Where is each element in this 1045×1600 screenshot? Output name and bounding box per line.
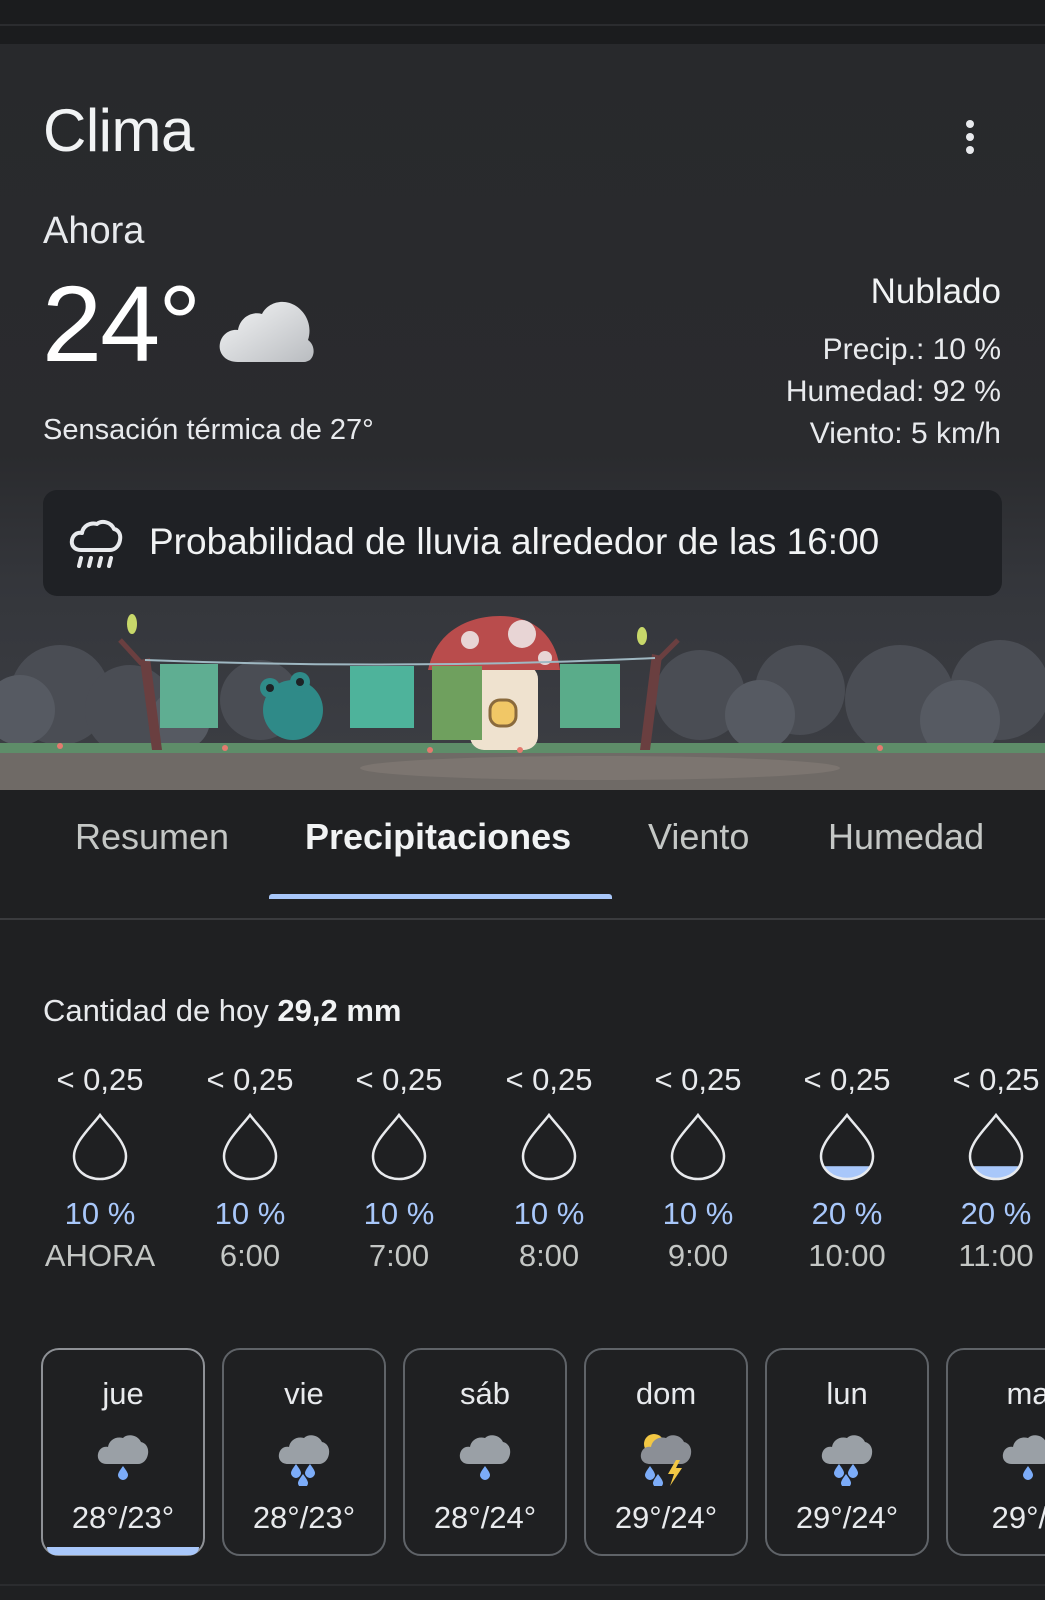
raindrop-icon xyxy=(819,1112,875,1181)
day-temperatures: 29°/24° xyxy=(614,1500,718,1535)
day-card[interactable]: sáb 28°/24° xyxy=(403,1348,567,1556)
showers-icon xyxy=(278,1435,330,1486)
precip-probability: 20 % xyxy=(960,1196,1032,1231)
wind-stat: Viento: 5 km/h xyxy=(809,417,1001,450)
tab-resumen[interactable]: Resumen xyxy=(75,816,229,858)
hour-item[interactable]: < 0,25 20 % 10:00 xyxy=(787,1062,907,1274)
day-card[interactable]: ma 29°/2 xyxy=(946,1348,1045,1556)
feels-like-text: Sensación térmica de 27° xyxy=(43,414,374,446)
day-card[interactable]: lun 29°/24° xyxy=(765,1348,929,1556)
day-name: jue xyxy=(102,1376,144,1411)
today-amount: Cantidad de hoy 29,2 mm xyxy=(43,993,401,1029)
day-temperatures: 29°/2 xyxy=(991,1500,1045,1535)
precip-probability: 10 % xyxy=(214,1196,286,1231)
hour-item[interactable]: < 0,25 10 % 6:00 xyxy=(190,1062,310,1274)
precip-amount: < 0,25 xyxy=(952,1062,1040,1097)
weather-app: Clima Ahora 24° Sensación térmica de 27°… xyxy=(0,0,1045,1600)
page-title: Clima xyxy=(43,97,194,164)
rain-alert-banner[interactable]: Probabilidad de lluvia alrededor de las … xyxy=(43,490,1002,596)
tab-bar: Resumen Precipitaciones Viento Humedad xyxy=(0,790,1045,902)
precip-amount: < 0,25 xyxy=(803,1062,891,1097)
raindrop-icon xyxy=(521,1112,577,1181)
divider xyxy=(0,1584,1045,1586)
precip-amount: < 0,25 xyxy=(505,1062,593,1097)
showers-icon xyxy=(821,1435,873,1486)
day-name: ma xyxy=(1006,1376,1045,1411)
weather-illustration xyxy=(0,614,1045,790)
precip-amount: < 0,25 xyxy=(654,1062,742,1097)
humidity-stat: Humedad: 92 % xyxy=(785,375,1001,408)
dot-icon xyxy=(966,120,974,128)
precip-amount: < 0,25 xyxy=(355,1062,443,1097)
amount-value: 29,2 mm xyxy=(277,993,402,1028)
precip-probability: 20 % xyxy=(811,1196,883,1231)
tab-humedad[interactable]: Humedad xyxy=(828,816,984,858)
hour-item[interactable]: < 0,25 20 % 11:00 xyxy=(936,1062,1045,1274)
day-card[interactable]: vie 28°/23° xyxy=(222,1348,386,1556)
divider xyxy=(0,918,1045,920)
day-card[interactable]: dom 29°/24° xyxy=(584,1348,748,1556)
precip-probability: 10 % xyxy=(662,1196,734,1231)
hour-label: 9:00 xyxy=(667,1238,729,1273)
dot-icon xyxy=(966,146,974,154)
raindrop-icon xyxy=(968,1112,1024,1181)
thunderstorm-icon xyxy=(640,1434,692,1486)
dot-icon xyxy=(966,133,974,141)
tab-viento[interactable]: Viento xyxy=(648,816,749,858)
day-temperatures: 29°/24° xyxy=(795,1500,899,1535)
current-weather-card[interactable]: Clima Ahora 24° Sensación térmica de 27°… xyxy=(0,44,1045,790)
hour-label: 6:00 xyxy=(219,1238,281,1273)
hour-label: AHORA xyxy=(44,1238,156,1273)
cloud-icon xyxy=(219,301,314,362)
raindrop-icon xyxy=(371,1112,427,1181)
hour-label: 7:00 xyxy=(368,1238,430,1273)
divider xyxy=(0,24,1045,26)
day-name: vie xyxy=(284,1376,324,1411)
day-name: dom xyxy=(635,1376,697,1411)
hour-label: 11:00 xyxy=(958,1238,1034,1273)
rain-cloud-icon xyxy=(1002,1435,1045,1480)
rain-cloud-icon xyxy=(69,519,123,568)
day-card[interactable]: jue 28°/23° xyxy=(41,1348,205,1556)
day-temperatures: 28°/23° xyxy=(252,1500,356,1535)
day-name: lun xyxy=(826,1376,868,1411)
more-options-button[interactable] xyxy=(958,116,982,156)
status-area xyxy=(0,0,1045,44)
current-temperature: 24° xyxy=(42,263,201,384)
rain-alert-text: Probabilidad de lluvia alrededor de las … xyxy=(149,521,880,562)
day-temperatures: 28°/24° xyxy=(433,1500,537,1535)
raindrop-icon xyxy=(222,1112,278,1181)
raindrop-icon xyxy=(72,1112,128,1181)
precipitation-stat: Precip.: 10 % xyxy=(822,333,1001,366)
rain-cloud-icon xyxy=(459,1435,511,1480)
hour-label: 10:00 xyxy=(808,1238,886,1273)
hour-label: 8:00 xyxy=(518,1238,580,1273)
precip-probability: 10 % xyxy=(363,1196,435,1231)
hour-item[interactable]: < 0,25 10 % 8:00 xyxy=(489,1062,609,1274)
active-tab-indicator xyxy=(269,894,612,899)
hour-item[interactable]: < 0,25 10 % 9:00 xyxy=(638,1062,758,1274)
weather-stats: Precip.: 10 % Humedad: 92 % Viento: 5 km… xyxy=(786,329,1001,455)
precip-amount: < 0,25 xyxy=(206,1062,294,1097)
hour-item[interactable]: < 0,25 10 % 7:00 xyxy=(339,1062,459,1274)
raindrop-icon xyxy=(670,1112,726,1181)
precip-probability: 10 % xyxy=(64,1196,136,1231)
selected-day-indicator xyxy=(47,1547,199,1555)
rain-cloud-icon xyxy=(97,1435,149,1480)
hour-item[interactable]: < 0,25 10 % AHORA xyxy=(40,1062,160,1274)
day-temperatures: 28°/23° xyxy=(71,1500,175,1535)
condition-text: Nublado xyxy=(870,272,1001,311)
precip-probability: 10 % xyxy=(513,1196,585,1231)
now-label: Ahora xyxy=(43,210,145,252)
day-name: sáb xyxy=(460,1376,510,1411)
precip-amount: < 0,25 xyxy=(56,1062,144,1097)
amount-label: Cantidad de hoy xyxy=(43,993,269,1028)
tab-precipitaciones[interactable]: Precipitaciones xyxy=(305,816,571,858)
